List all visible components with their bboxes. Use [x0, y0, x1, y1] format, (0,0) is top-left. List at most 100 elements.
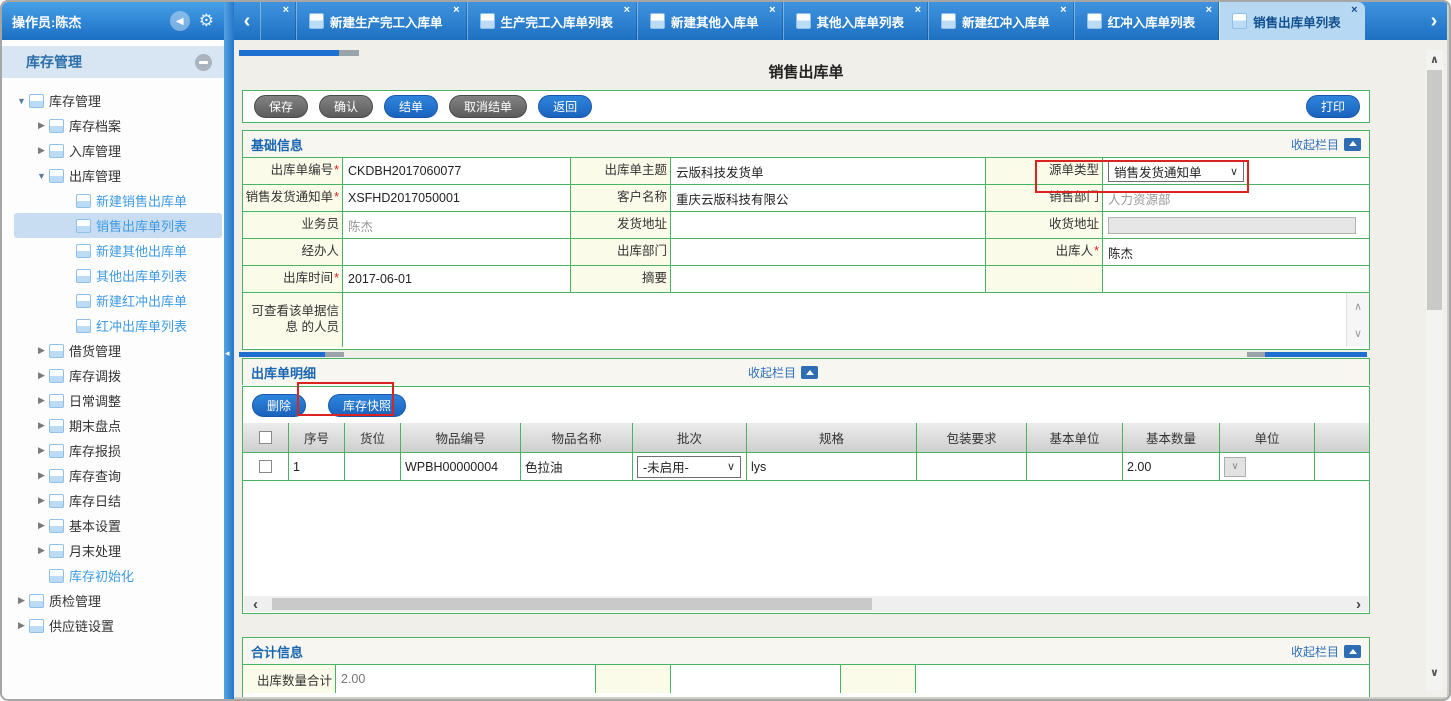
tree-item[interactable]: ▶借货管理	[2, 338, 224, 363]
toolbar-button[interactable]: 结单	[384, 95, 438, 118]
tab-item[interactable]: 红冲入库单列表×	[1074, 2, 1220, 40]
sidebar: 操作员:陈杰 ◀ ⚙ 库存管理 ▼库存管理▶库存档案▶入库管理▼出库管理新建销售…	[2, 2, 224, 699]
tree-item[interactable]: 新建销售出库单	[2, 188, 224, 213]
tree-item[interactable]: 库存初始化	[2, 563, 224, 588]
tree-arrow-collapsed-icon[interactable]: ▶	[36, 470, 47, 481]
tree-arrow-collapsed-icon[interactable]: ▶	[16, 620, 27, 631]
back-icon[interactable]: ◀	[170, 11, 190, 31]
basic-info-grid: 出库单编号*CKDBH2017060077出库单主题云版科技发货单源单类型销售发…	[243, 158, 1369, 347]
field-label	[986, 266, 1103, 292]
tree-item[interactable]: ▶入库管理	[2, 138, 224, 163]
tab-item[interactable]: ×	[260, 2, 296, 40]
tab-item[interactable]: 其他入库单列表×	[783, 2, 929, 40]
tree-item[interactable]: 红冲出库单列表	[2, 313, 224, 338]
tree-arrow-collapsed-icon[interactable]: ▶	[36, 445, 47, 456]
tree-arrow-collapsed-icon[interactable]: ▶	[36, 545, 47, 556]
summary-empty-cell	[596, 665, 671, 693]
print-button[interactable]: 打印	[1306, 95, 1360, 118]
tab-close-icon[interactable]: ×	[624, 5, 630, 16]
tree-item[interactable]: ▶供应链设置	[2, 613, 224, 638]
vscroll-thumb[interactable]	[1427, 70, 1442, 310]
save-button[interactable]: 保存	[254, 95, 308, 118]
basic-info-collapse[interactable]: 收起栏目	[1291, 131, 1361, 157]
hscroll-left-icon[interactable]: ‹	[253, 596, 258, 612]
source-type-select[interactable]: 销售发货通知单∨	[1108, 160, 1244, 182]
basic-bottom-scrollbar-left[interactable]	[239, 352, 344, 357]
tree-item-label: 库存管理	[49, 91, 101, 110]
tree-item-label: 新建其他出库单	[96, 241, 187, 260]
tree-arrow-collapsed-icon[interactable]: ▶	[16, 595, 27, 606]
tree-item[interactable]: ▶基本设置	[2, 513, 224, 538]
vscroll-up-icon[interactable]: ∧	[1426, 53, 1443, 66]
page-vscrollbar[interactable]: ∧ ∨	[1426, 50, 1443, 691]
tree-item[interactable]: ▶库存查询	[2, 463, 224, 488]
stock-snapshot-button[interactable]: 库存快照	[328, 394, 406, 417]
tree-arrow-collapsed-icon[interactable]: ▶	[36, 120, 47, 131]
hscroll-right-icon[interactable]: ›	[1356, 596, 1361, 612]
field-label-text: 发货地址	[617, 217, 667, 233]
tree-item[interactable]: ▶日常调整	[2, 388, 224, 413]
tree-item[interactable]: ▶月末处理	[2, 538, 224, 563]
summary-collapse[interactable]: 收起栏目	[1291, 638, 1361, 665]
tab-close-icon[interactable]: ×	[915, 5, 921, 16]
unit-select-disabled[interactable]: ∨	[1224, 457, 1246, 477]
tab-item[interactable]: 新建生产完工入库单×	[296, 2, 467, 40]
tree-item[interactable]: ▶库存调拨	[2, 363, 224, 388]
tree-arrow-collapsed-icon[interactable]: ▶	[36, 495, 47, 506]
tab-close-icon[interactable]: ×	[1351, 5, 1357, 16]
tree-item[interactable]: 销售出库单列表	[2, 213, 224, 238]
tree-arrow-collapsed-icon[interactable]: ▶	[36, 145, 47, 156]
field-value: 陈杰	[343, 212, 571, 238]
tab-close-icon[interactable]: ×	[283, 5, 289, 16]
row-checkbox[interactable]	[259, 460, 272, 473]
tab-scroll-left-icon[interactable]: ‹	[234, 2, 260, 40]
sidebar-splitter[interactable]: ◂	[224, 2, 234, 699]
tree-item[interactable]: ▶期末盘点	[2, 413, 224, 438]
tree-item[interactable]: 新建其他出库单	[2, 238, 224, 263]
tree-item[interactable]: ▶库存报损	[2, 438, 224, 463]
top-scrollbar[interactable]	[239, 50, 359, 56]
detail-collapse[interactable]: 收起栏目	[748, 359, 818, 386]
toolbar-button[interactable]: 确认	[319, 95, 373, 118]
tree-arrow-expanded-icon[interactable]: ▼	[16, 96, 27, 106]
tree-arrow-collapsed-icon[interactable]: ▶	[36, 520, 47, 531]
delete-button[interactable]: 删除	[252, 394, 306, 417]
tree-item[interactable]: ▼ 库存管理	[2, 88, 224, 113]
tree-arrow-collapsed-icon[interactable]: ▶	[36, 345, 47, 356]
spin-up-icon[interactable]: ∧	[1347, 293, 1369, 320]
select-all-checkbox[interactable]	[259, 431, 272, 444]
tab-close-icon[interactable]: ×	[1206, 5, 1212, 16]
tab-close-icon[interactable]: ×	[769, 5, 775, 16]
tree-item[interactable]: ▶库存档案	[2, 113, 224, 138]
tab-close-icon[interactable]: ×	[1060, 5, 1066, 16]
tree-item[interactable]: ▶质检管理	[2, 588, 224, 613]
tab-item[interactable]: 新建其他入库单×	[637, 2, 783, 40]
field-label: 发货地址	[571, 212, 671, 238]
basic-bottom-scrollbar-right[interactable]	[1247, 352, 1367, 357]
tree-arrow-collapsed-icon[interactable]: ▶	[36, 395, 47, 406]
splitter-collapse-icon[interactable]: ◂	[225, 348, 230, 359]
tree-item[interactable]: ▼出库管理	[2, 163, 224, 188]
table-row: 1WPBH00000004色拉油-未启用-∨lys2.00∨	[243, 453, 1369, 481]
detail-hscrollbar[interactable]: ‹ ›	[244, 596, 1368, 612]
tab-item[interactable]: 销售出库单列表×	[1219, 2, 1365, 40]
toolbar-button[interactable]: 返回	[538, 95, 592, 118]
hscroll-thumb[interactable]	[272, 598, 872, 610]
tab-close-icon[interactable]: ×	[453, 5, 459, 16]
toolbar-button[interactable]: 取消结单	[449, 95, 527, 118]
batch-select[interactable]: -未启用-∨	[637, 456, 741, 478]
tree-arrow-expanded-icon[interactable]: ▼	[36, 171, 47, 181]
tree-arrow-collapsed-icon[interactable]: ▶	[36, 370, 47, 381]
vscroll-down-icon[interactable]: ∨	[1426, 666, 1443, 679]
document-icon	[650, 13, 665, 29]
tree-item[interactable]: ▶库存日结	[2, 488, 224, 513]
spin-down-icon[interactable]: ∨	[1347, 320, 1369, 347]
gear-icon[interactable]: ⚙	[199, 11, 214, 31]
tree-item[interactable]: 新建红冲出库单	[2, 288, 224, 313]
tree-item[interactable]: 其他出库单列表	[2, 263, 224, 288]
collapse-panel-icon[interactable]	[195, 54, 212, 71]
tab-item[interactable]: 生产完工入库单列表×	[467, 2, 638, 40]
tree-arrow-collapsed-icon[interactable]: ▶	[36, 420, 47, 431]
tab-scroll-right-icon[interactable]: ›	[1421, 2, 1447, 40]
tab-item[interactable]: 新建红冲入库单×	[928, 2, 1074, 40]
